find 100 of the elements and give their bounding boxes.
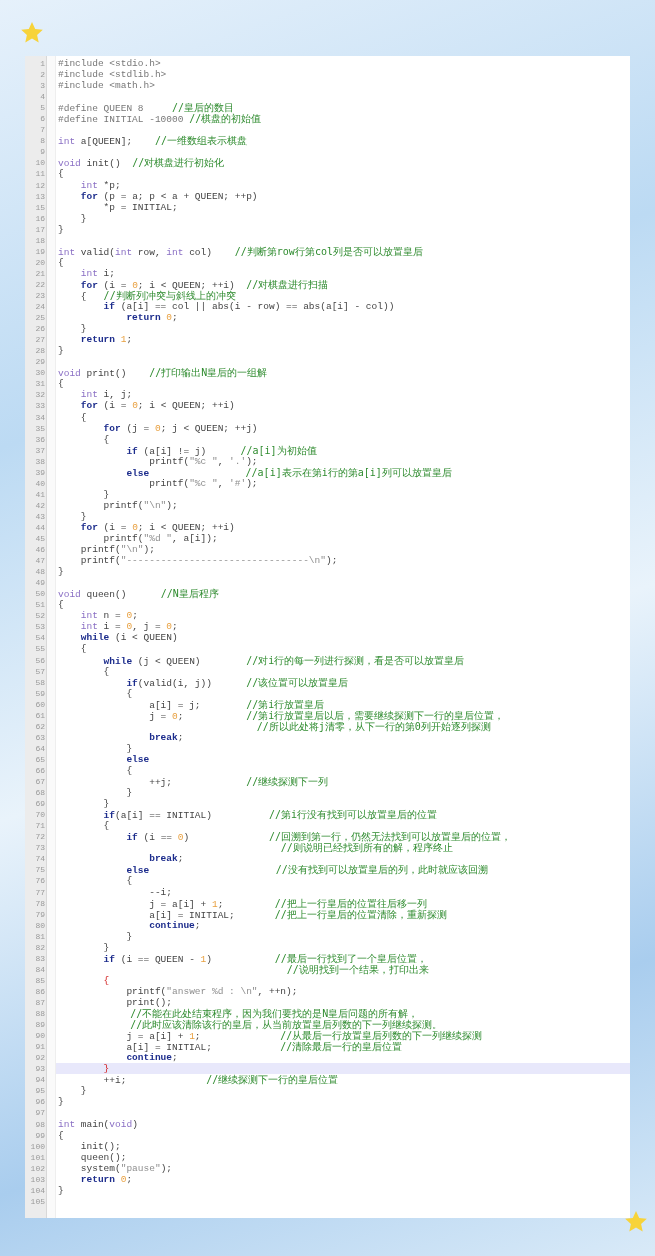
code-line: break; [149,853,184,865]
code-line: while (i < QUEEN) [79,632,178,644]
code-line: int a[QUEEN]; //一维数组表示棋盘 [58,136,247,148]
code-line: #define QUEEN 8 //皇后的数目 [58,103,235,115]
code-line: if (i == 0) //回溯到第一行，仍然无法找到可以放置皇后的位置， [125,832,511,844]
code-line: } [125,787,133,799]
line-number: 101 [30,1152,45,1162]
line-number: 31 [35,379,45,389]
code-line: int n = 0; [79,610,138,622]
code-line: --i; [148,886,173,898]
code-line: *p = INITIAL; [102,201,178,213]
line-number: 64 [35,743,45,753]
star-icon [21,22,43,43]
line-number: 32 [35,390,45,400]
line-number: 38 [35,456,45,466]
code-line: continue; [125,1052,178,1064]
code-line: } [79,1085,87,1097]
code-line: for (j = 0; j < QUEEN; ++j) [102,422,258,434]
code-line: } [79,510,87,522]
code-line: return 0; [125,312,178,324]
line-number: 47 [35,556,45,566]
line-number: 78 [35,898,45,908]
code-line: for (p = a; p < a + QUEEN; ++p) [79,190,258,202]
code-line: } [79,212,87,224]
code-line: if (i == QUEEN - 1) //最后一行找到了一个皇后位置， [102,953,427,965]
code-line: } [58,345,64,357]
code-line: j = 0; //第i行放置皇后以后，需要继续探测下一行的皇后位置， [148,710,505,722]
code-line: int valid(int row, int col) //判断第row行第col列是否可以放置皇后 [58,246,423,258]
code-line: a[i] = INITIAL; //把上一行皇后的位置清除，重新探测 [148,909,447,921]
code-line: return 0; [79,1173,133,1185]
line-number: 49 [35,578,45,588]
line-number: 74 [35,854,45,864]
star-icon [625,1211,647,1232]
line-number: 73 [35,843,45,853]
line-number: 66 [35,766,45,775]
line-number: 35 [35,423,45,433]
code-line: if(a[i] == INITIAL) //第i行没有找到可以放置皇后的位置 [102,810,437,822]
line-number: 6 [40,114,45,124]
code-line: { [58,168,64,180]
code-line: { //判断列冲突与斜线上的冲突 [79,291,236,302]
code-line: { [58,378,64,390]
code-line: a[i] = INITIAL; //清除最后一行的皇后位置 [125,1042,403,1054]
line-number: 44 [35,522,45,532]
line-number: 103 [30,1174,45,1184]
code-line: printf("answer %d : \n", ++n); [125,985,298,997]
line-number: 45 [35,534,45,543]
code-line: } [102,798,110,810]
code-line: if (a[i] != j) //a[i]为初始值 [125,445,317,457]
code-line: if(valid(i, j)) //该位置可以放置皇后 [125,677,349,689]
code-line: { [125,875,133,887]
code-line: } [58,1184,64,1196]
line-number: 102 [30,1163,45,1173]
line-number: 71 [35,821,45,831]
line-number: 96 [35,1097,45,1107]
line-number: 68 [35,788,45,798]
line-number: 84 [35,964,45,974]
line-number: 67 [35,777,45,787]
code-line: } [79,323,87,335]
line-number: 19 [35,246,45,256]
code-line: break; [148,731,184,743]
code-line: { [102,820,110,832]
line-number: 3 [40,81,45,91]
line-number: 79 [35,909,45,919]
line-number: 57 [35,666,45,676]
code-line: queen(); [79,1151,127,1163]
code-line: printf("%d ", a[i]); [102,533,218,544]
code-line: } [125,742,133,754]
code-line: } [58,566,64,578]
line-number: 34 [35,412,45,422]
code-line: int main(void) [58,1118,138,1130]
line-number: 63 [35,732,45,742]
line-number: 94 [35,1075,45,1085]
line-number: 50 [35,589,45,599]
line-number: 61 [35,710,45,720]
line-number: 100 [30,1141,45,1151]
line-number: 95 [35,1086,45,1096]
code-line: { [102,433,110,445]
code-line: void print() //打印输出N皇后的一组解 [58,368,268,380]
code-line: j = a[i] + 1; //从最后一行放置皇后列数的下一列继续探测 [125,1031,483,1043]
line-number: 29 [35,357,45,367]
line-number: 40 [35,478,45,488]
code-line: printf("%c ", '#'); [148,477,258,489]
line-number: 42 [35,500,45,510]
code-line: } [58,1096,64,1108]
code-line: j = a[i] + 1; //把上一行皇后的位置往后移一列 [148,898,427,910]
code-line: printf("\n"); [79,544,155,556]
line-number: 52 [35,611,45,621]
line-number: 85 [35,975,45,985]
line-number: 98 [35,1119,45,1129]
line-number: 48 [35,567,45,577]
code-line: { [58,256,64,268]
line-number: 26 [35,324,45,334]
line-number: 28 [35,346,45,356]
code-line: #define INITIAL -10000 //棋盘的初始值 [58,114,262,126]
line-number: 77 [35,887,45,897]
line-number: 82 [35,942,45,952]
line-number: 59 [35,688,45,698]
line-number: 65 [35,754,45,764]
code-line: void queen() //N皇后程序 [58,589,219,601]
line-number: 10 [35,158,45,168]
